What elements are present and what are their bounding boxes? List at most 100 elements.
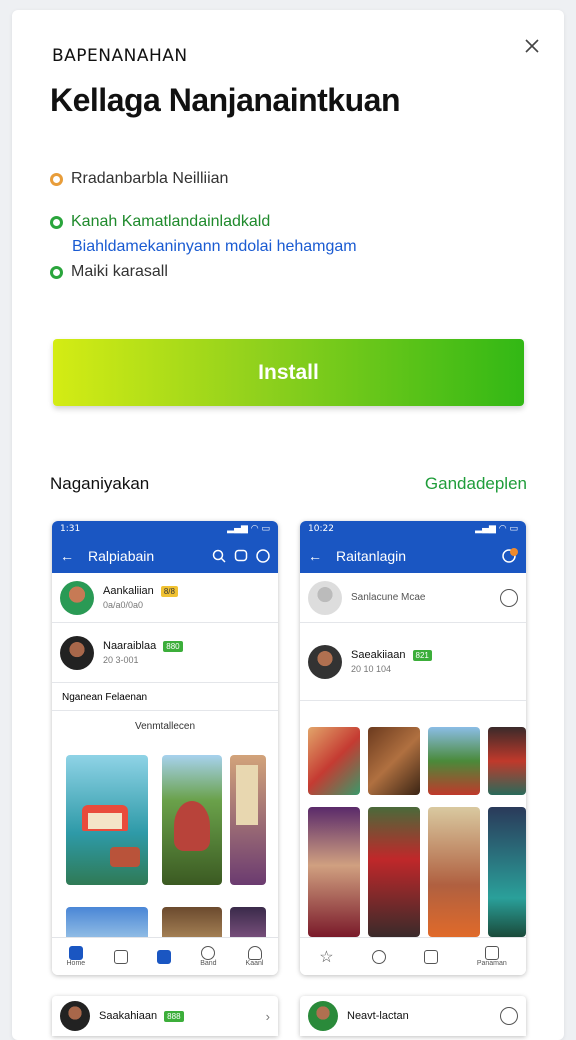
feature-item: Maiki karasall [50, 263, 168, 281]
tab-label: Home [66, 960, 86, 967]
back-arrow-icon: ← [308, 548, 322, 564]
gallery-image[interactable] [308, 807, 360, 937]
feature-item: Rradanbarbla Neilliian [50, 170, 228, 188]
app-bar: ← Ralpiabain [52, 539, 278, 573]
brand-label: BAPENANAHAN [52, 46, 188, 66]
avatar [60, 1001, 90, 1031]
tab-chat[interactable] [371, 949, 386, 964]
back-arrow-icon: ← [60, 548, 74, 564]
section-label: Nganean Felaenan [52, 683, 278, 711]
check-icon [50, 265, 63, 279]
gallery-image[interactable] [488, 727, 526, 795]
tab-label: Kaanl [245, 960, 264, 967]
dialog-title: Kellaga Nanjanaintkuan [50, 82, 400, 118]
screenshot-phone-2[interactable]: 10:22 ▂▄▆ ◠ ▭ ← Raitanlagin Sanlacune Mc… [300, 521, 526, 975]
list-card[interactable]: Neavt-lactan [300, 996, 526, 1036]
chevron-right-icon[interactable]: › [266, 1009, 270, 1024]
gallery-image[interactable] [368, 807, 420, 937]
feature-text: Rradanbarbla Neilliian [71, 170, 229, 187]
list-item-name: Saeakiiaan [351, 649, 406, 661]
screenshots-link[interactable]: Gandadeplen [425, 474, 527, 494]
tab-band[interactable]: Band [200, 946, 217, 967]
status-bar: 1:31 ▂▄▆ ◠ ▭ [52, 521, 278, 539]
app-bar-title: Raitanlagin [336, 548, 407, 564]
status-time: 1:31 [60, 524, 81, 534]
list-item-text: Saeakiiaan 821 20 10 104 [351, 649, 432, 674]
list-item[interactable]: Naaraiblaa 880 20 3-001 [52, 623, 278, 683]
tab-label: Band [200, 960, 217, 967]
info-icon[interactable] [500, 588, 518, 607]
gallery-image[interactable] [308, 727, 360, 795]
status-badge: 821 [412, 650, 432, 661]
signal-icon: ▂▄▆ ◠ ▭ [227, 524, 270, 534]
image-icon [424, 949, 439, 964]
status-bar: 10:22 ▂▄▆ ◠ ▭ [300, 521, 526, 539]
home-icon [68, 946, 83, 960]
avatar [60, 635, 94, 670]
more-icon [256, 549, 270, 563]
search-icon [212, 549, 226, 563]
list-item-sub: 20 10 104 [351, 664, 392, 674]
install-button[interactable]: Install [53, 339, 524, 406]
list-item-sub: 20 3-001 [103, 655, 139, 665]
status-time: 10:22 [308, 524, 334, 534]
list-icon [484, 946, 499, 960]
tab-square[interactable] [114, 949, 129, 964]
tab-star[interactable]: ☆ [319, 947, 333, 967]
list-item-text: Naaraiblaa 880 20 3-001 [103, 640, 183, 665]
status-badge: 8/8 [160, 586, 178, 597]
screenshot-phone-1[interactable]: 1:31 ▂▄▆ ◠ ▭ ← Ralpiabain Aankaliian 8/8… [52, 521, 278, 975]
square-icon [114, 949, 129, 964]
gallery-image[interactable] [368, 727, 420, 795]
list-item[interactable]: Sanlacune Mcae [300, 573, 526, 623]
list-item[interactable]: Saeakiiaan 821 20 10 104 [300, 623, 526, 701]
tab-edit[interactable] [157, 949, 172, 964]
gallery-image[interactable] [428, 807, 480, 937]
tab-home[interactable]: Home [66, 946, 86, 967]
list-item-name: Sanlacune Mcae [351, 592, 426, 603]
status-badge: 880 [163, 641, 183, 652]
tab-label: Panaman [476, 960, 507, 967]
list-item[interactable]: Aankaliian 8/8 0a/a0/0a0 [52, 573, 278, 623]
feature-item: Biahldamekaninyann mdolai hehamgam [72, 238, 357, 256]
globe-icon [201, 946, 216, 960]
check-icon [50, 172, 63, 186]
list-item-name: Neavt-lactan [347, 1010, 409, 1022]
bottom-tab-bar: Home Band Kaanl [52, 937, 278, 975]
tab-profile[interactable]: Kaanl [245, 946, 264, 967]
list-item-text: Saakahiaan 888 [99, 1010, 184, 1022]
feature-text: Maiki karasall [71, 263, 168, 280]
edit-icon [157, 949, 172, 964]
chat-icon [371, 949, 386, 964]
chat-icon [234, 549, 248, 562]
install-dialog: BAPENANAHAN Kellaga Nanjanaintkuan Rrada… [12, 10, 564, 1040]
gallery-image[interactable] [488, 807, 526, 937]
feature-link[interactable]: Biahldamekaninyann mdolai hehamgam [72, 238, 357, 256]
gallery-image[interactable] [428, 727, 480, 795]
avatar [308, 1001, 338, 1031]
avatar [308, 644, 342, 679]
list-item-name: Aankaliian [103, 585, 154, 597]
close-icon[interactable] [521, 35, 543, 57]
tab-image[interactable] [424, 949, 439, 964]
check-icon [50, 215, 63, 229]
bottom-tab-bar: ☆ Panaman [300, 937, 526, 975]
gallery-image[interactable] [230, 755, 266, 885]
list-item-name: Naaraiblaa [103, 640, 157, 652]
feature-text: Kanah Kamatlandainladkald [71, 213, 271, 230]
list-card[interactable]: Saakahiaan 888 › [52, 996, 278, 1036]
gallery-label: Venmtallecen [134, 721, 196, 732]
info-icon[interactable] [500, 1007, 518, 1025]
tab-list[interactable]: Panaman [477, 946, 507, 967]
star-icon: ☆ [319, 948, 334, 966]
list-item-text: Aankaliian 8/8 0a/a0/0a0 [103, 585, 178, 610]
notification-icon [502, 548, 518, 563]
feature-item: Kanah Kamatlandainladkald [50, 213, 270, 231]
gallery-image[interactable] [66, 755, 148, 885]
avatar [308, 580, 342, 615]
list-item-sub: 0a/a0/0a0 [103, 600, 144, 610]
avatar [60, 580, 94, 615]
person-icon [247, 946, 262, 960]
gallery-image[interactable] [162, 755, 222, 885]
list-item-name: Saakahiaan [99, 1010, 158, 1022]
